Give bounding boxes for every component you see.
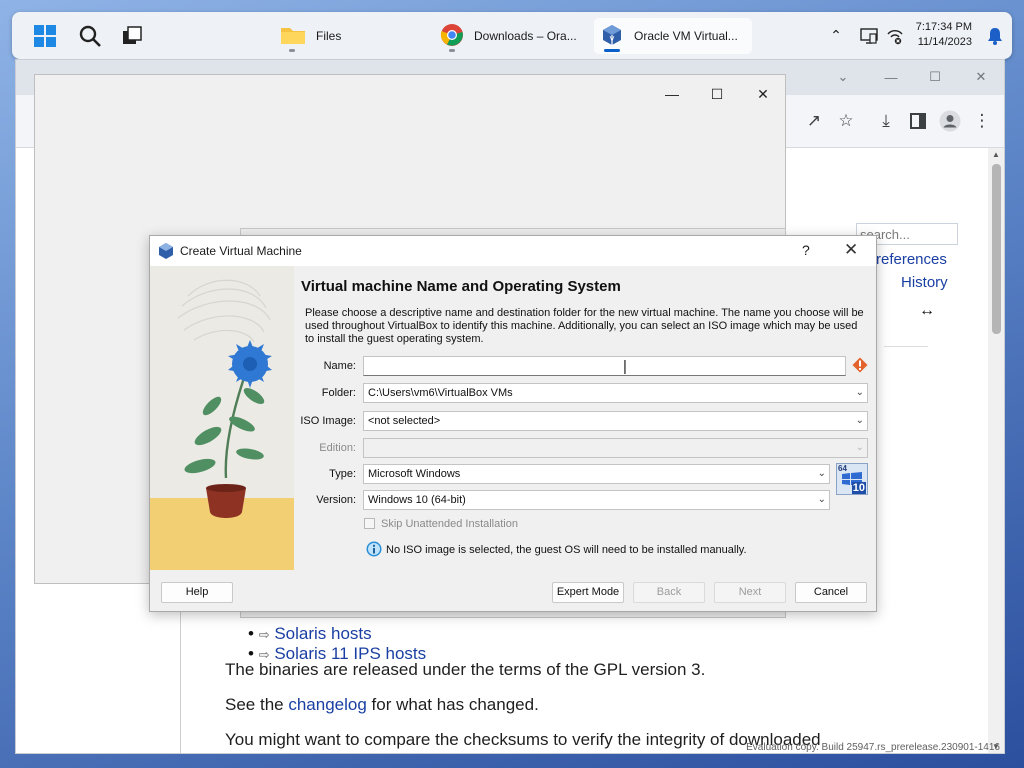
help-icon[interactable]: ? (802, 242, 810, 258)
minimize-icon[interactable]: — (657, 81, 687, 107)
side-panel-icon[interactable] (906, 109, 930, 133)
close-icon[interactable]: ✕ (844, 240, 858, 260)
dialog-title: Create Virtual Machine (180, 244, 302, 258)
chevron-up-icon[interactable]: ⌃ (826, 12, 846, 59)
svg-text:V: V (610, 35, 615, 43)
taskbar-app-chrome[interactable]: Downloads – Ora... (434, 18, 590, 54)
download-icon[interactable]: ⤓ (874, 109, 898, 133)
bookmark-star-icon[interactable]: ☆ (834, 109, 858, 133)
clock-time: 7:17:34 PM (915, 21, 972, 33)
iso-image-value: <not selected> (368, 415, 441, 427)
virtualbox-icon: V (600, 23, 624, 50)
solaris-hosts-link[interactable]: Solaris hosts (274, 624, 371, 643)
external-link-icon: ⇨ (258, 627, 270, 642)
task-view-icon[interactable] (117, 12, 147, 59)
close-icon[interactable]: ✕ (966, 66, 996, 88)
chevron-down-icon: ⌄ (855, 442, 864, 453)
close-icon[interactable]: ✕ (748, 81, 778, 107)
maximize-icon[interactable]: ☐ (702, 81, 732, 107)
maximize-icon[interactable]: ☐ (920, 66, 950, 88)
license-paragraph: The binaries are released under the term… (225, 660, 706, 679)
warning-icon (852, 357, 868, 373)
chevron-down-icon: ⌄ (817, 494, 826, 505)
taskbar-app-label: Downloads – Ora... (474, 29, 577, 43)
windows-10-64bit-os-icon: 64 10 (836, 463, 868, 495)
network-disconnected-icon[interactable] (884, 12, 906, 59)
chevron-down-icon: ⌄ (817, 468, 826, 479)
back-button[interactable]: Back (633, 582, 705, 603)
type-label: Type: (329, 468, 356, 480)
virtualbox-icon (159, 243, 173, 262)
page-description: Please choose a descriptive name and des… (305, 307, 864, 345)
edition-label: Edition: (319, 442, 356, 454)
create-vm-dialog: Create Virtual Machine ? ✕ Virtual machi… (149, 235, 877, 612)
page-scrollbar[interactable]: ▲ ▼ (988, 148, 1004, 753)
name-input[interactable] (363, 356, 846, 376)
profile-avatar-icon[interactable] (938, 109, 962, 133)
cancel-button[interactable]: Cancel (795, 582, 867, 603)
type-select[interactable]: Microsoft Windows ⌄ (363, 464, 830, 484)
folder-select[interactable]: C:\Users\vm6\VirtualBox VMs ⌄ (363, 383, 868, 403)
os-version: 10 (851, 482, 866, 494)
nav-link-preferences[interactable]: references (876, 251, 947, 268)
edition-select[interactable]: ⌄ (363, 438, 868, 458)
nav-link-history[interactable]: History (901, 274, 948, 291)
chevron-down-icon: ⌄ (855, 415, 864, 426)
notification-bell-icon[interactable] (984, 12, 1006, 59)
taskbar-app-files[interactable]: Files (274, 18, 420, 54)
folder-label: Folder: (321, 387, 356, 399)
info-message: No ISO image is selected, the guest OS w… (386, 544, 747, 556)
iso-image-select[interactable]: <not selected> ⌄ (363, 411, 868, 431)
dialog-footer: Help Expert Mode Back Next Cancel (150, 570, 876, 611)
system-clock[interactable]: 7:17:34 PM 11/14/2023 (916, 20, 972, 50)
version-select[interactable]: Windows 10 (64-bit) ⌄ (363, 490, 830, 510)
taskbar: Files Downloads – Ora... V Oracle VM Vir… (12, 12, 1012, 59)
list-item: • ⇨ Solaris hosts (248, 624, 372, 643)
checksum-paragraph: You might want to compare the checksums … (225, 730, 821, 749)
wizard-illustration (150, 266, 294, 570)
paragraph-text: See the (225, 695, 289, 714)
search-icon[interactable] (75, 12, 105, 59)
running-indicator (289, 49, 295, 52)
chevron-down-icon[interactable]: ⌄ (828, 66, 858, 88)
scroll-up-icon[interactable]: ▲ (992, 150, 1000, 159)
folder-icon (280, 24, 306, 49)
divider (884, 346, 928, 347)
dialog-titlebar: Create Virtual Machine ? ✕ (150, 236, 876, 266)
share-icon[interactable]: ↗ (802, 109, 826, 133)
page-heading: Virtual machine Name and Operating Syste… (301, 278, 621, 295)
display-icon[interactable] (858, 12, 880, 59)
chevron-down-icon: ⌄ (855, 387, 864, 398)
folder-value: C:\Users\vm6\VirtualBox VMs (368, 387, 513, 399)
taskbar-app-label: Files (316, 29, 342, 43)
type-value: Microsoft Windows (368, 468, 461, 480)
help-button[interactable]: Help (161, 582, 233, 603)
name-label: Name: (323, 360, 356, 372)
resize-arrows-icon[interactable]: ↔ (919, 302, 935, 320)
iso-image-label: ISO Image: (300, 415, 356, 427)
more-menu-icon[interactable]: ⋮ (970, 109, 994, 133)
divider (180, 608, 181, 753)
taskbar-app-label: Oracle VM Virtual... (634, 29, 738, 43)
expert-mode-button[interactable]: Expert Mode (552, 582, 624, 603)
changelog-paragraph: See the changelog for what has changed. (225, 695, 539, 715)
taskbar-app-virtualbox[interactable]: V Oracle VM Virtual... (594, 18, 752, 54)
skip-unattended-label[interactable]: Skip Unattended Installation (381, 518, 518, 530)
start-icon[interactable] (30, 12, 60, 59)
scrollbar-thumb[interactable] (992, 164, 1001, 334)
info-icon (366, 541, 382, 557)
text-cursor-icon: | (623, 358, 627, 375)
minimize-icon[interactable]: — (876, 66, 906, 88)
active-indicator (604, 49, 620, 52)
paragraph-text: for what has changed. (366, 695, 539, 714)
evaluation-watermark: Evaluation copy. Build 25947.rs_prerelea… (746, 742, 1000, 753)
changelog-link[interactable]: changelog (288, 695, 366, 714)
version-value: Windows 10 (64-bit) (368, 494, 466, 506)
skip-unattended-checkbox[interactable] (364, 518, 375, 529)
next-button[interactable]: Next (714, 582, 786, 603)
chrome-icon (440, 23, 464, 50)
running-indicator (449, 49, 455, 52)
clock-date: 11/14/2023 (917, 36, 972, 48)
version-label: Version: (316, 494, 356, 506)
